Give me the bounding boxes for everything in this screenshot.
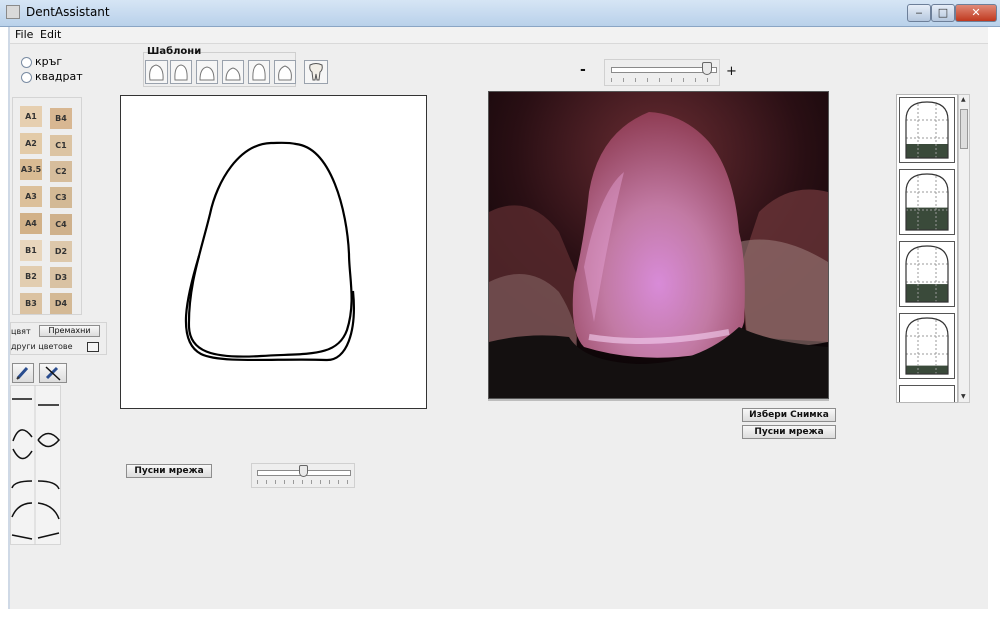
- drawing-canvas[interactable]: [120, 95, 427, 409]
- shade-d4[interactable]: D4: [50, 293, 72, 314]
- thumbnail-3[interactable]: [899, 241, 955, 307]
- show-grid-button-right[interactable]: Пусни мрежа: [742, 425, 836, 439]
- maximize-icon: □: [937, 6, 949, 19]
- tooth-photo[interactable]: [488, 91, 829, 399]
- thumbnail-1-preview: [905, 101, 949, 159]
- radio-circle-indicator[interactable]: [21, 56, 32, 68]
- opacity-slider[interactable]: [251, 463, 355, 488]
- scroll-down-icon[interactable]: ▼: [961, 393, 966, 400]
- tooth-outline-icon: [252, 63, 266, 81]
- thumbnail-4[interactable]: [899, 313, 955, 379]
- erase-pen-icon: [45, 366, 61, 381]
- thumbnail-2[interactable]: [899, 169, 955, 235]
- opacity-slider-thumb[interactable]: [299, 465, 308, 477]
- shade-c1[interactable]: C1: [50, 135, 72, 156]
- tooth-outline-icon: [199, 66, 215, 81]
- shade-c4[interactable]: C4: [50, 214, 72, 235]
- window-title: DentAssistant: [26, 5, 110, 19]
- remove-color-button[interactable]: Премахни: [39, 325, 100, 337]
- shade-a3-5[interactable]: A3.5: [20, 159, 42, 180]
- menu-bar: [10, 27, 988, 44]
- template-button-5[interactable]: [248, 60, 270, 84]
- thumbnail-fill: [906, 365, 948, 374]
- menu-edit[interactable]: Edit: [40, 28, 61, 41]
- radio-square-label: квадрат: [35, 70, 83, 83]
- zoom-slider[interactable]: [604, 59, 720, 86]
- shade-a1[interactable]: A1: [20, 106, 42, 127]
- color-label: цвят: [11, 327, 31, 336]
- thumbnail-5[interactable]: [899, 385, 955, 402]
- zoom-slider-ticks: [611, 78, 715, 82]
- tooth-outline-icon: [225, 67, 241, 81]
- thumbnail-3-preview: [905, 245, 949, 303]
- shade-d2[interactable]: D2: [50, 241, 72, 262]
- erase-tool-button[interactable]: [39, 363, 67, 383]
- tooth-outline-icon: [174, 64, 188, 81]
- tooth-photo-image: [489, 92, 828, 398]
- tooth-outline-icon: [278, 65, 292, 81]
- templates-label: Шаблони: [147, 46, 202, 57]
- template-button-4[interactable]: [222, 60, 244, 84]
- title-bar: [0, 0, 1000, 27]
- scrollbar-thumb[interactable]: [960, 109, 968, 149]
- shade-b4[interactable]: B4: [50, 108, 72, 129]
- zoom-minus-label[interactable]: -: [580, 62, 586, 78]
- shade-b3[interactable]: B3: [20, 293, 42, 314]
- pen-icon: [16, 366, 29, 380]
- template-button-1[interactable]: [145, 60, 168, 84]
- maximize-button[interactable]: □: [931, 4, 955, 22]
- pen-tool-button[interactable]: [12, 363, 34, 383]
- tooth-outline-icon: [149, 64, 164, 81]
- template-button-2[interactable]: [170, 60, 192, 84]
- thumbnail-4-preview: [905, 317, 949, 375]
- choose-photo-button[interactable]: Избери Снимка: [742, 408, 836, 422]
- thumbnail-fill: [906, 207, 948, 230]
- thumbnail-fill: [906, 284, 948, 302]
- scroll-up-icon[interactable]: ▲: [961, 96, 966, 103]
- other-colors-label: други цветове: [11, 342, 73, 351]
- radio-square[interactable]: квадрат: [21, 70, 83, 84]
- menu-file[interactable]: File: [15, 28, 33, 41]
- shade-c2[interactable]: C2: [50, 161, 72, 182]
- zoom-slider-thumb[interactable]: [701, 62, 712, 75]
- template-button-3[interactable]: [196, 60, 218, 84]
- photo-scrollbar[interactable]: [488, 399, 829, 401]
- other-colors-swatch[interactable]: [87, 342, 99, 352]
- thumbnail-2-preview: [905, 173, 949, 231]
- zoom-plus-label[interactable]: +: [726, 64, 737, 79]
- template-thumbnail-list: [896, 94, 958, 403]
- tooth-icon: [309, 63, 323, 81]
- contour-curve[interactable]: [12, 429, 60, 460]
- close-icon: ✕: [971, 6, 981, 19]
- radio-square-indicator[interactable]: [21, 71, 32, 83]
- template-button-6[interactable]: [274, 60, 296, 84]
- app-icon: [6, 5, 20, 19]
- radio-circle-label: кръг: [35, 55, 63, 68]
- thumbnail-scrollbar[interactable]: ▲ ▼: [958, 94, 970, 403]
- close-button[interactable]: ✕: [955, 4, 997, 22]
- minimize-icon: ‒: [915, 6, 923, 19]
- opacity-slider-ticks: [257, 480, 349, 484]
- tooth-outline-drawing: [184, 141, 355, 362]
- thumbnail-1[interactable]: [899, 97, 955, 163]
- shade-b2[interactable]: B2: [20, 266, 42, 287]
- shade-d3[interactable]: D3: [50, 267, 72, 288]
- tooth-model-button[interactable]: [304, 60, 328, 84]
- radio-circle[interactable]: кръг: [21, 55, 62, 69]
- contour-shapes: [11, 385, 60, 545]
- shade-c3[interactable]: C3: [50, 187, 72, 208]
- shade-a4[interactable]: A4: [20, 213, 42, 234]
- shade-a2[interactable]: A2: [20, 133, 42, 154]
- thumbnail-fill: [906, 144, 948, 158]
- shade-b1[interactable]: B1: [20, 240, 42, 261]
- shade-a3[interactable]: A3: [20, 186, 42, 207]
- show-grid-button-left[interactable]: Пусни мрежа: [126, 464, 212, 478]
- minimize-button[interactable]: ‒: [907, 4, 931, 22]
